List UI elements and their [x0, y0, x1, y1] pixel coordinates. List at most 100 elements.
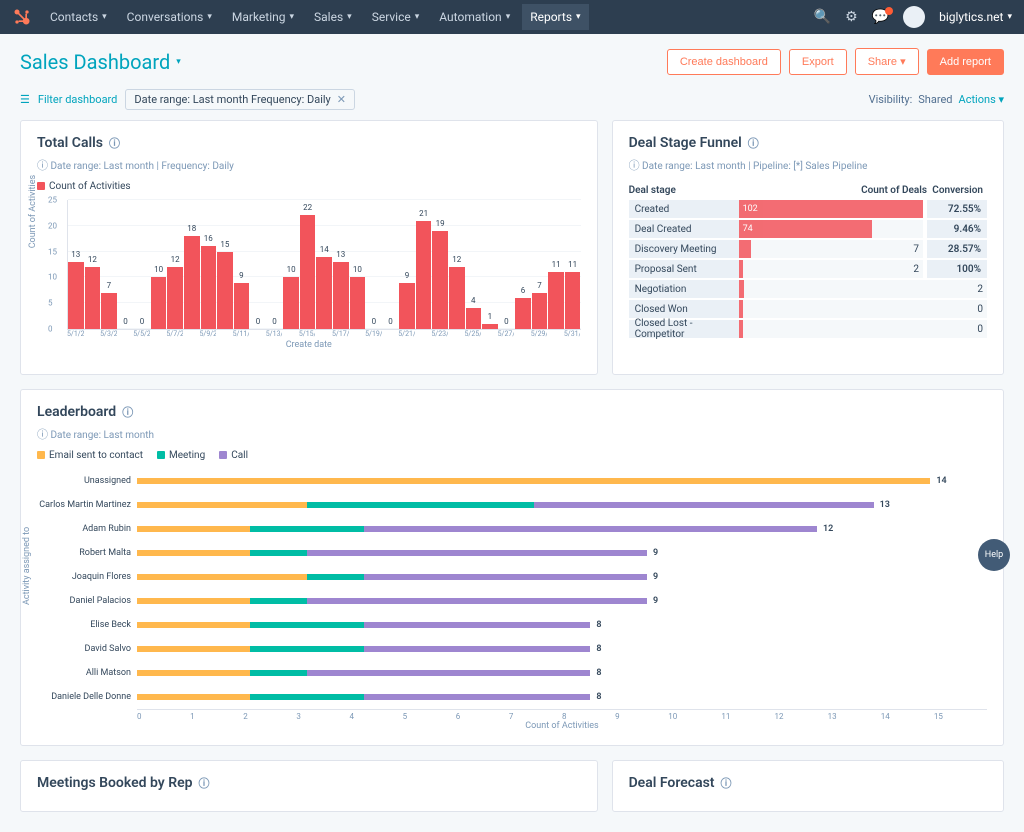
filter-dashboard-link[interactable]: Filter dashboard — [38, 93, 118, 106]
avatar[interactable] — [903, 6, 925, 28]
info-icon: ⓘ — [37, 159, 48, 172]
funnel-row: Discovery Meeting728.57% — [629, 240, 987, 258]
filter-bar: ☰ Filter dashboard Date range: Last mont… — [0, 85, 1024, 120]
info-icon[interactable]: ⓘ — [721, 775, 732, 791]
bar[interactable]: 10 — [350, 277, 366, 329]
nav-item-contacts[interactable]: Contacts ▾ — [42, 4, 115, 30]
bar[interactable]: 6 — [515, 298, 531, 329]
info-icon[interactable]: ⓘ — [748, 135, 759, 151]
bar[interactable]: 4 — [466, 308, 482, 329]
card-total-calls: Total Calls ⓘ ⓘ Date range: Last month |… — [20, 120, 598, 375]
total-calls-chart: Count of Activities 05101520251312700101… — [37, 200, 581, 360]
info-icon[interactable]: ⓘ — [199, 775, 210, 791]
export-button[interactable]: Export — [789, 49, 847, 75]
filter-chip-text: Date range: Last month Frequency: Daily — [134, 93, 330, 106]
filter-icon[interactable]: ☰ — [20, 93, 30, 106]
bar[interactable]: 10 — [283, 277, 299, 329]
card-title: Deal Stage Funnel — [629, 135, 742, 151]
leaderboard-row: Adam Rubin12 — [37, 517, 987, 541]
card-meta: Date range: Last month | Frequency: Dail… — [50, 161, 233, 172]
nav-item-conversations[interactable]: Conversations ▾ — [119, 4, 220, 30]
bar[interactable]: 11 — [565, 272, 581, 329]
nav-item-sales[interactable]: Sales ▾ — [306, 4, 360, 30]
nav-item-reports[interactable]: Reports ▾ — [522, 4, 588, 30]
card-title: Deal Forecast — [629, 775, 715, 791]
bar[interactable]: 18 — [184, 236, 200, 329]
bar[interactable]: 7 — [101, 293, 117, 329]
funnel-row: Proposal Sent2100% — [629, 260, 987, 278]
leaderboard-chart: Activity assigned to Unassigned14Carlos … — [37, 469, 987, 731]
leaderboard-row: Elise Beck8 — [37, 613, 987, 637]
search-icon[interactable]: 🔍 — [814, 9, 831, 25]
share-button[interactable]: Share ▾ — [855, 48, 919, 75]
funnel-row: Deal Created749.46% — [629, 220, 987, 238]
leaderboard-row: Unassigned14 — [37, 469, 987, 493]
add-report-button[interactable]: Add report — [927, 49, 1004, 75]
bar[interactable]: 11 — [548, 272, 564, 329]
settings-icon[interactable]: ⚙ — [845, 9, 858, 25]
notifications-icon[interactable]: 💬 — [872, 9, 889, 25]
y-axis-label: Count of Activities — [28, 175, 38, 248]
nav-item-automation[interactable]: Automation ▾ — [431, 4, 518, 30]
col-count: Count of Deals — [739, 185, 927, 196]
leaderboard-row: Robert Malta9 — [37, 541, 987, 565]
bar[interactable]: 12 — [85, 267, 101, 329]
leaderboard-row: David Salvo8 — [37, 637, 987, 661]
legend-label: Count of Activities — [49, 181, 131, 192]
help-button[interactable]: Help — [978, 539, 1010, 571]
page-title[interactable]: Sales Dashboard ▾ — [20, 50, 181, 74]
actions-menu[interactable]: Actions ▾ — [959, 93, 1004, 106]
bar[interactable]: 1 — [482, 324, 498, 329]
card-meetings-booked: Meetings Booked by Rep ⓘ — [20, 760, 598, 812]
create-dashboard-button[interactable]: Create dashboard — [667, 49, 781, 75]
visibility-value: Shared — [918, 93, 952, 106]
card-deal-forecast: Deal Forecast ⓘ — [612, 760, 1004, 812]
account-name: biglytics.net — [939, 10, 1003, 24]
title-bar: Sales Dashboard ▾ Create dashboard Expor… — [0, 34, 1024, 85]
funnel-row: Closed Won0 — [629, 300, 987, 318]
info-icon[interactable]: ⓘ — [122, 404, 133, 420]
visibility-label: Visibility: — [869, 93, 913, 106]
bar[interactable]: 15 — [217, 252, 233, 329]
bar[interactable]: 13 — [333, 262, 349, 329]
card-title: Meetings Booked by Rep — [37, 775, 193, 791]
funnel-row: Negotiation2 — [629, 280, 987, 298]
filter-chip[interactable]: Date range: Last month Frequency: Daily … — [125, 89, 355, 110]
bar[interactable]: 22 — [300, 215, 316, 329]
nav-item-service[interactable]: Service ▾ — [364, 4, 428, 30]
info-icon[interactable]: ⓘ — [109, 135, 120, 151]
bar[interactable]: 12 — [449, 267, 465, 329]
col-conversion: Conversion — [927, 185, 987, 196]
leaderboard-row: Carlos Martin Martinez13 — [37, 493, 987, 517]
card-deal-stage-funnel: Deal Stage Funnel ⓘ ⓘ Date range: Last m… — [612, 120, 1004, 375]
y-axis-label: Activity assigned to — [22, 527, 32, 605]
bar[interactable]: 14 — [316, 257, 332, 329]
funnel-row: Created10272.55% — [629, 200, 987, 218]
bar[interactable]: 9 — [234, 283, 250, 329]
bar[interactable]: 12 — [167, 267, 183, 329]
x-axis-label: Create date — [37, 340, 581, 350]
card-leaderboard: Leaderboard ⓘ ⓘ Date range: Last month E… — [20, 389, 1004, 746]
card-title: Total Calls — [37, 135, 103, 151]
card-meta: Date range: Last month | Pipeline: [*] S… — [642, 161, 867, 172]
card-title: Leaderboard — [37, 404, 116, 420]
info-icon: ⓘ — [37, 428, 48, 441]
bar[interactable]: 16 — [201, 246, 217, 329]
leaderboard-row: Alli Matson8 — [37, 661, 987, 685]
account-menu[interactable]: biglytics.net ▾ — [939, 10, 1012, 24]
bar[interactable]: 19 — [432, 231, 448, 329]
bar[interactable]: 21 — [416, 221, 432, 329]
hubspot-logo-icon — [12, 7, 32, 27]
bar[interactable]: 9 — [399, 283, 415, 329]
close-icon[interactable]: ✕ — [337, 93, 346, 106]
leaderboard-row: Daniele Delle Donne8 — [37, 685, 987, 709]
funnel-row: Closed Lost - Competitor0 — [629, 320, 987, 338]
nav-item-marketing[interactable]: Marketing ▾ — [224, 4, 302, 30]
bar[interactable]: 10 — [151, 277, 167, 329]
col-deal-stage: Deal stage — [629, 185, 739, 196]
card-meta: Date range: Last month — [50, 430, 154, 441]
x-axis-label: Count of Activities — [137, 721, 987, 731]
leaderboard-row: Joaquin Flores9 — [37, 565, 987, 589]
bar[interactable]: 13 — [68, 262, 84, 329]
bar[interactable]: 7 — [532, 293, 548, 329]
